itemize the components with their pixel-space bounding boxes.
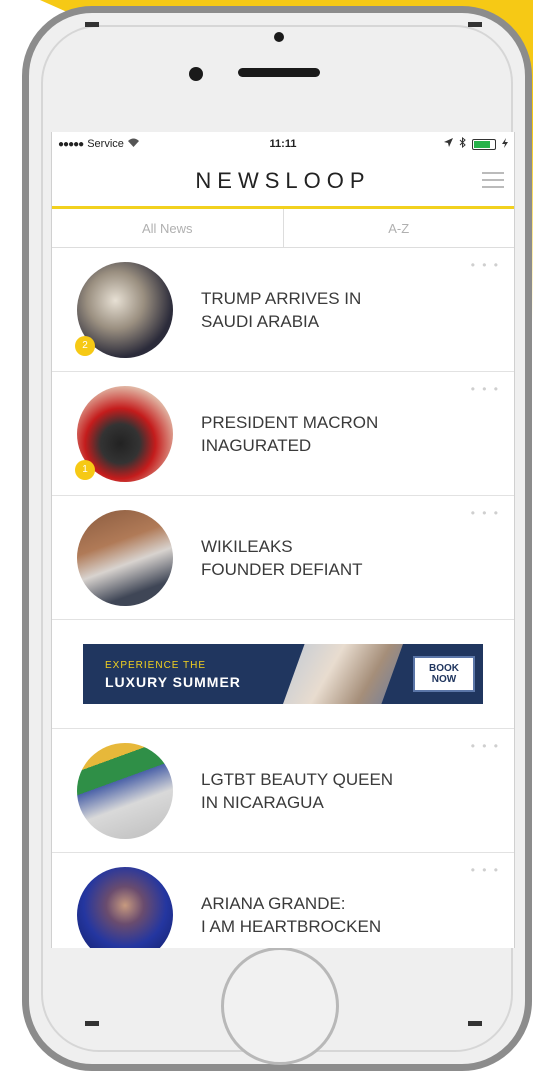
headline-line: WIKILEAKS [201, 536, 293, 556]
news-headline: TRUMP ARRIVES IN SAUDI ARABIA [201, 287, 441, 333]
headline-line: I AM HEARTBROCKEN [201, 916, 382, 936]
news-headline: LGTBT BEAUTY QUEEN IN NICARAGUA [201, 768, 441, 814]
ad-container: EXPERIENCE THE LUXURY SUMMER BOOK NOW [52, 620, 514, 729]
button-line: BOOK [429, 663, 459, 674]
news-item[interactable]: LGTBT BEAUTY QUEEN IN NICARAGUA • • • [52, 729, 514, 853]
app-logo: NEWSLOOP [195, 168, 371, 193]
bezel-mark [85, 1021, 99, 1026]
button-line: NOW [431, 674, 457, 685]
camera-dot [274, 32, 284, 42]
tab-a-z[interactable]: A-Z [282, 209, 515, 247]
more-options-icon[interactable]: • • • [471, 258, 500, 272]
more-options-icon[interactable]: • • • [471, 863, 500, 877]
news-thumbnail [77, 866, 173, 948]
ad-title: LUXURY SUMMER [105, 674, 241, 690]
status-bar: ●●●●● Service 11:11 [52, 132, 514, 156]
count-badge: 2 [75, 335, 95, 356]
bezel-mark [468, 22, 482, 27]
hamburger-menu-icon[interactable] [482, 172, 504, 193]
headline-line: IN NICARAGUA [201, 792, 324, 812]
ad-text: EXPERIENCE THE LUXURY SUMMER [105, 658, 241, 690]
status-time: 11:11 [269, 138, 297, 150]
bezel-mark [468, 1021, 482, 1026]
tab-bar: All News A-Z [52, 209, 514, 248]
news-thumbnail [77, 509, 173, 606]
more-options-icon[interactable]: • • • [471, 506, 500, 520]
headline-line: INAGURATED [201, 435, 312, 455]
headline-line: FOUNDER DEFIANT [201, 559, 363, 579]
news-thumbnail: 1 [75, 385, 173, 482]
more-options-icon[interactable]: • • • [471, 382, 500, 396]
home-button[interactable] [221, 947, 339, 1065]
headline-line: LGTBT BEAUTY QUEEN [201, 769, 394, 789]
news-item[interactable]: 2 TRUMP ARRIVES IN SAUDI ARABIA • • • [52, 248, 514, 372]
headline-line: PRESIDENT MACRON [201, 412, 379, 432]
book-now-button[interactable]: BOOK NOW [413, 656, 475, 692]
news-item[interactable]: ARIANA GRANDE: I AM HEARTBROCKEN • • • [52, 853, 514, 948]
news-headline: PRESIDENT MACRON INAGURATED [201, 411, 441, 457]
news-headline: WIKILEAKS FOUNDER DEFIANT [201, 535, 441, 581]
bezel-mark [85, 22, 99, 27]
tab-all-news[interactable]: All News [52, 209, 283, 247]
speaker-grille [238, 68, 320, 77]
app-screen: ●●●●● Service 11:11 NEWSLOOP All News A-… [51, 132, 515, 948]
ad-banner[interactable]: EXPERIENCE THE LUXURY SUMMER BOOK NOW [83, 644, 483, 704]
news-item[interactable]: WIKILEAKS FOUNDER DEFIANT • • • [52, 496, 514, 620]
headline-line: ARIANA GRANDE: [201, 893, 346, 913]
ad-tagline: EXPERIENCE THE [105, 660, 207, 671]
app-header: NEWSLOOP [52, 156, 514, 209]
more-options-icon[interactable]: • • • [471, 739, 500, 753]
ad-image [283, 644, 403, 704]
news-item[interactable]: 1 PRESIDENT MACRON INAGURATED • • • [52, 372, 514, 496]
news-headline: ARIANA GRANDE: I AM HEARTBROCKEN [201, 892, 441, 938]
news-thumbnail: 2 [75, 261, 173, 358]
news-thumbnail [77, 742, 173, 839]
count-badge: 1 [75, 459, 95, 480]
front-camera [189, 67, 203, 81]
battery-icon [472, 138, 496, 150]
headline-line: TRUMP ARRIVES IN [201, 288, 362, 308]
headline-line: SAUDI ARABIA [201, 311, 320, 331]
